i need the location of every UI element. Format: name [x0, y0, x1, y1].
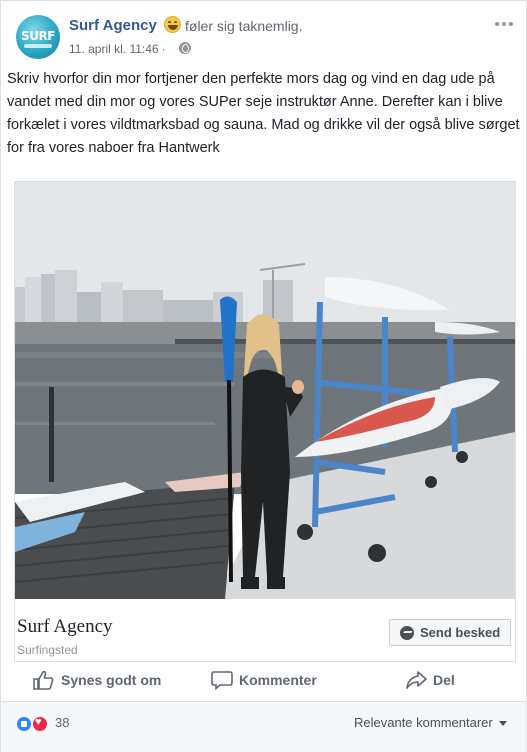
- more-icon[interactable]: [495, 17, 513, 31]
- attachment-subtitle: Surfingsted: [17, 643, 78, 657]
- post-body-text: Skriv hvorfor din mor fortjener den perf…: [7, 71, 520, 156]
- photo-woman-with-paddle-on-dock: [15, 182, 515, 599]
- send-message-button[interactable]: Send besked: [389, 619, 511, 646]
- share-icon: [406, 671, 427, 689]
- like-icon: [33, 670, 54, 690]
- post-meta: 11. april kl. 11:46 ·: [69, 42, 169, 56]
- link-attachment[interactable]: Surf Agency Surfingsted Send besked: [14, 181, 516, 662]
- post-header: SURF Surf Agency føler sig taknemlig. 11…: [1, 1, 526, 63]
- timestamp-link[interactable]: 11. april kl. 11:46: [69, 42, 159, 56]
- page-name-link[interactable]: Surf Agency: [69, 17, 157, 34]
- react-love-icon[interactable]: [31, 715, 49, 733]
- page-avatar[interactable]: SURF: [16, 15, 60, 59]
- attachment-title[interactable]: Surf Agency: [17, 616, 113, 638]
- feeling-emoji-icon: [164, 16, 181, 33]
- post-card: SURF Surf Agency føler sig taknemlig. 11…: [0, 0, 527, 752]
- share-label: Del: [433, 672, 455, 688]
- comment-icon: [211, 671, 233, 690]
- send-message-label: Send besked: [420, 625, 501, 640]
- share-button[interactable]: Del: [405, 667, 465, 695]
- action-bar: Synes godt om Kommenter Del: [1, 661, 526, 701]
- meta-separator: ·: [161, 42, 166, 56]
- comment-label: Kommenter: [239, 672, 317, 688]
- caret-down-icon[interactable]: [499, 721, 507, 726]
- like-button[interactable]: Synes godt om: [33, 667, 173, 695]
- globe-icon[interactable]: [179, 42, 191, 54]
- like-label: Synes godt om: [61, 672, 162, 688]
- feeling-text: føler sig taknemlig.: [185, 18, 303, 34]
- reactions-footer: 38 Relevante kommentarer: [1, 701, 526, 752]
- comment-filter-dropdown[interactable]: Relevante kommentarer: [354, 715, 493, 730]
- messenger-icon: [400, 626, 414, 640]
- comment-button[interactable]: Kommenter: [211, 667, 331, 695]
- attachment-photo[interactable]: [15, 182, 515, 599]
- reaction-count[interactable]: 38: [55, 715, 69, 730]
- wave-icon: [24, 44, 52, 48]
- avatar-logo-text: SURF: [21, 29, 55, 43]
